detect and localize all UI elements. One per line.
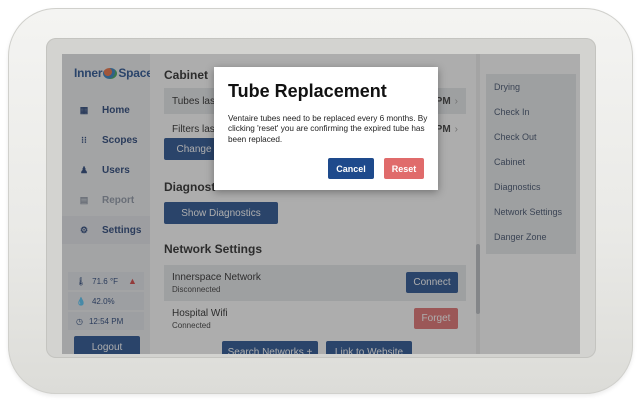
cancel-button[interactable]: Cancel (328, 158, 374, 179)
dialog-title: Tube Replacement (228, 81, 387, 101)
reset-button[interactable]: Reset (384, 158, 424, 179)
dialog-message: Ventaire tubes need to be replaced every… (228, 114, 428, 144)
tube-replacement-dialog: Tube Replacement Ventaire tubes need to … (214, 67, 438, 190)
app-screen: Inner Space ▦ Home ⁝⁝ Scopes ♟ Users ▤ R… (62, 54, 580, 354)
